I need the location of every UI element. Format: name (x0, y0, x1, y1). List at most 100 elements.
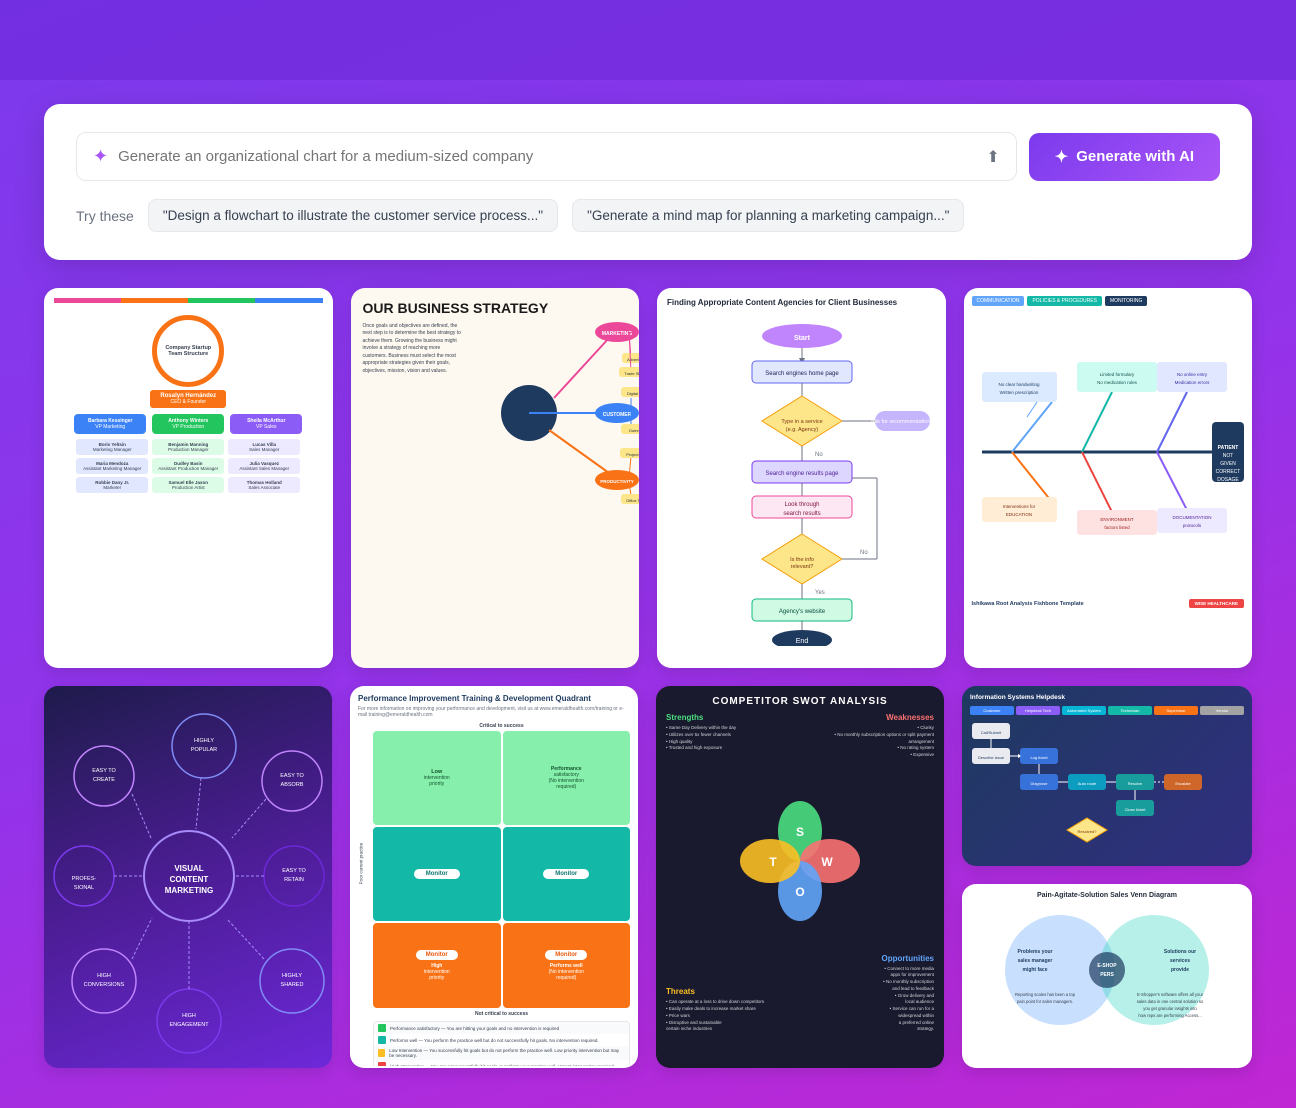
svg-text:VISUAL: VISUAL (174, 864, 203, 873)
svg-text:End: End (796, 638, 809, 645)
svg-text:Close ticket: Close ticket (1125, 807, 1147, 812)
opportunities-label: Opportunities (809, 954, 934, 963)
card-performance[interactable]: Performance Improvement Training & Devel… (350, 686, 638, 1068)
upload-icon[interactable]: ⬆ (986, 147, 999, 167)
svg-text:HIGHLY: HIGHLY (282, 973, 302, 979)
svg-text:Reporting scales has been a to: Reporting scales has been a top (1015, 992, 1076, 997)
svg-text:Office Tasks: Office Tasks (626, 498, 639, 503)
svg-text:Project Mgmt: Project Mgmt (626, 452, 639, 457)
svg-text:ENVIRONMENT: ENVIRONMENT (1100, 517, 1134, 522)
suggestions-row: Try these "Design a flowchart to illustr… (76, 199, 1220, 232)
svg-text:Diagnose: Diagnose (1031, 781, 1049, 786)
flowchart-title: Finding Appropriate Content Agencies for… (667, 298, 936, 308)
search-panel: ✦ ⬆ ✦ Generate with AI Try these "Design… (44, 104, 1252, 260)
svg-text:Solutions our: Solutions our (1164, 949, 1196, 955)
svg-text:Written prescription: Written prescription (999, 390, 1038, 395)
svg-text:HIGH: HIGH (97, 973, 111, 979)
svg-text:(e.g. Agency): (e.g. Agency) (786, 427, 819, 433)
card-org-chart[interactable]: Company Startup Team Structure Rosalyn H… (44, 288, 333, 668)
svg-text:No clear handwriting: No clear handwriting (998, 382, 1040, 387)
svg-text:Is the info: Is the info (790, 557, 814, 563)
suggestion-chip-1[interactable]: "Design a flowchart to illustrate the cu… (148, 199, 558, 232)
svg-text:NOT: NOT (1222, 453, 1233, 459)
svg-text:services: services (1170, 958, 1190, 964)
svg-text:EASY TO: EASY TO (280, 773, 304, 779)
card-fishbone[interactable]: COMMUNICATION POLICIES & PROCEDURES MONI… (964, 288, 1253, 668)
card-helpdesk[interactable]: Information Systems Helpdesk Customer He… (962, 686, 1252, 866)
search-row: ✦ ⬆ ✦ Generate with AI (76, 132, 1220, 181)
vp1-title: VP Marketing (79, 424, 141, 430)
svg-text:factors listed: factors listed (1104, 525, 1130, 530)
svg-text:POPULAR: POPULAR (191, 747, 217, 753)
threats-label: Threats (666, 987, 791, 996)
weakness-label: Weaknesses (809, 713, 934, 722)
card-biz-strategy[interactable]: OUR BUSINESS STRATEGY Once goals and obj… (351, 288, 640, 668)
svg-text:you get granular insights into: you get granular insights into (1143, 1006, 1197, 1011)
svg-text:might face: might face (1022, 967, 1047, 973)
svg-text:pain point for sales managers.: pain point for sales managers. (1017, 999, 1073, 1004)
svg-text:Auto route: Auto route (1078, 781, 1097, 786)
svg-text:RETAIN: RETAIN (284, 877, 304, 883)
suggestion-chip-2[interactable]: "Generate a mind map for planning a mark… (572, 199, 964, 232)
svg-text:SIONAL: SIONAL (74, 885, 94, 891)
svg-text:EASY TO: EASY TO (282, 868, 306, 874)
svg-text:No medication rules: No medication rules (1097, 380, 1138, 385)
svg-text:Resolve: Resolve (1128, 781, 1143, 786)
search-input-wrapper[interactable]: ✦ ⬆ (76, 132, 1017, 181)
svg-text:PROFES-: PROFES- (72, 876, 97, 882)
svg-text:Ask for recommendations: Ask for recommendations (871, 419, 934, 425)
svg-text:ENGAGEMENT: ENGAGEMENT (169, 1022, 209, 1028)
vp2-title: VP Production (157, 424, 219, 430)
svg-text:CORRECT: CORRECT (1215, 469, 1240, 475)
svg-text:Search engine results page: Search engine results page (765, 471, 839, 477)
top-header (0, 0, 1296, 80)
svg-text:O: O (795, 885, 804, 899)
svg-text:DOCUMENTATION: DOCUMENTATION (1172, 515, 1211, 520)
svg-text:HIGHLY: HIGHLY (194, 738, 214, 744)
svg-text:Limited formulary: Limited formulary (1099, 372, 1134, 377)
svg-text:Type in a service: Type in a service (781, 419, 822, 425)
card-flowchart[interactable]: Finding Appropriate Content Agencies for… (657, 288, 946, 668)
svg-text:CREATE: CREATE (93, 777, 115, 783)
svg-text:PERS: PERS (1100, 972, 1114, 978)
svg-text:Escalate: Escalate (1175, 781, 1191, 786)
try-these-label: Try these (76, 208, 134, 224)
org-company-name: Company Startup Team Structure (157, 341, 219, 361)
svg-text:Resolved?: Resolved? (1078, 829, 1098, 834)
svg-text:protocols: protocols (1182, 523, 1201, 528)
generate-button[interactable]: ✦ Generate with AI (1029, 133, 1220, 181)
svg-text:Start: Start (794, 335, 811, 342)
svg-text:Medication errors: Medication errors (1174, 380, 1210, 385)
card-venn[interactable]: Pain-Agitate-Solution Sales Venn Diagram… (962, 884, 1252, 1068)
sparkle-icon: ✦ (93, 146, 108, 167)
fishbone-title: Ishikawa Root Analysis Fishbone Template (972, 601, 1084, 607)
search-input[interactable] (118, 148, 976, 165)
helpdesk-title: Information Systems Helpdesk (970, 694, 1244, 701)
svg-text:search results: search results (783, 511, 820, 517)
svg-text:No online entry: No online entry (1176, 372, 1207, 377)
svg-text:how reps are performing Access: how reps are performing Access... (1138, 1013, 1201, 1018)
col-right: Information Systems Helpdesk Customer He… (962, 686, 1252, 1068)
svg-text:Problems your: Problems your (1017, 949, 1052, 955)
svg-text:PATIENT: PATIENT (1217, 445, 1238, 451)
svg-text:CONTENT: CONTENT (170, 875, 209, 884)
svg-text:SHARED: SHARED (281, 982, 304, 988)
svg-text:provide: provide (1171, 967, 1189, 973)
svg-text:MARKETING: MARKETING (602, 331, 632, 337)
svg-text:Advertising: Advertising (627, 357, 639, 362)
svg-text:E-Shopper's software offers al: E-Shopper's software offers all your (1137, 992, 1204, 997)
svg-text:Look through: Look through (784, 502, 819, 508)
svg-text:DOSAGE: DOSAGE (1217, 477, 1239, 483)
svg-text:Call/Submit: Call/Submit (981, 730, 1002, 735)
card-swot[interactable]: COMPETITOR SWOT ANALYSIS Strengths • Sam… (656, 686, 944, 1068)
gallery-row-1: Company Startup Team Structure Rosalyn H… (44, 288, 1252, 668)
svg-text:W: W (821, 855, 833, 869)
mgr3-title: Sales Manager (232, 447, 296, 452)
strength-label: Strengths (666, 713, 791, 722)
generate-label: Generate with AI (1076, 148, 1194, 165)
svg-text:MARKETING: MARKETING (165, 886, 213, 895)
card-mindmap-circles[interactable]: VISUAL CONTENT MARKETING EASY TO CREATE … (44, 686, 332, 1068)
svg-text:GIVEN: GIVEN (1220, 461, 1236, 467)
generate-sparkle-icon: ✦ (1055, 147, 1068, 167)
svg-text:E-SHOP: E-SHOP (1097, 963, 1117, 969)
